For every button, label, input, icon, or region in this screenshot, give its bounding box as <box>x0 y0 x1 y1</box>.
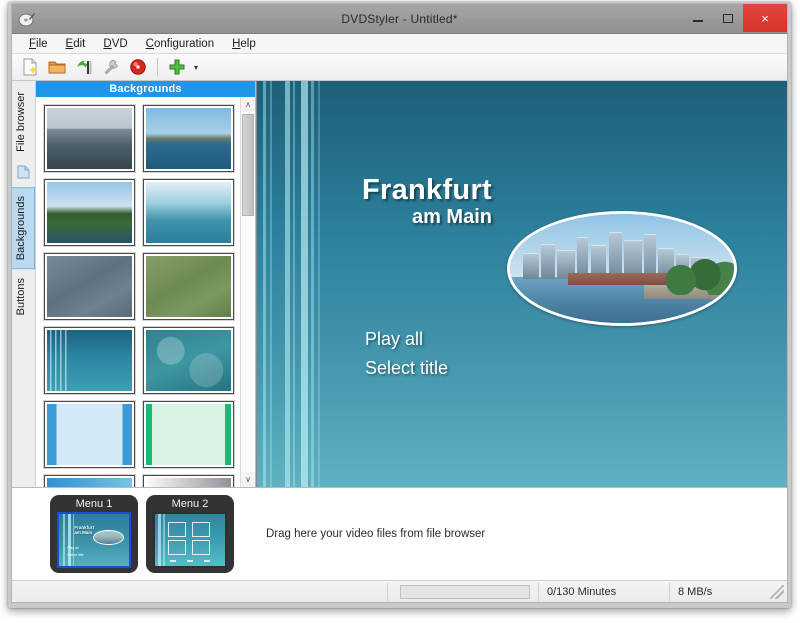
menu-file[interactable]: File <box>20 36 57 52</box>
menu-card-thumbnail[interactable]: Frankfurt am Main Play all Select title <box>57 512 131 568</box>
decor-stripe <box>270 81 272 487</box>
menu-dvd[interactable]: DVD <box>94 36 136 52</box>
menu-card-button-1: Play all <box>67 546 78 550</box>
sidebar-item-file-browser[interactable]: File browser <box>12 83 35 161</box>
menu-card-button-box <box>168 540 186 555</box>
menu-edit[interactable]: Edit <box>57 36 95 52</box>
backgrounds-thumbnail-grid <box>36 97 240 487</box>
menu-card-button-box <box>192 522 210 537</box>
toolbar-separator <box>157 58 158 76</box>
scrollbar-track[interactable] <box>241 112 255 472</box>
menu-preview-canvas[interactable]: Frankfurt am Main Play all Select title <box>256 81 787 487</box>
status-bar: 0/130 Minutes 8 MB/s <box>12 580 787 602</box>
menu-configuration[interactable]: Configuration <box>137 36 223 52</box>
menu-card-nav-arrow-icon <box>204 560 210 562</box>
add-dropdown-arrow-icon[interactable]: ▾ <box>190 63 202 72</box>
scroll-up-arrow-icon[interactable]: ∧ <box>241 97 255 112</box>
background-thumbnail[interactable] <box>44 179 135 246</box>
desktop-background: DVDStyler - Untitled* × File Edit DVD Co… <box>0 0 800 623</box>
settings-wrench-icon[interactable] <box>99 56 123 79</box>
background-thumbnail[interactable] <box>143 105 234 172</box>
menu-bar: File Edit DVD Configuration Help <box>12 34 787 54</box>
decor-stripe <box>318 81 320 487</box>
menu-card-subtitle-text: am Main <box>74 530 92 536</box>
backgrounds-panel: Backgrounds <box>36 81 256 487</box>
status-minutes: 0/130 Minutes <box>539 581 669 602</box>
background-thumbnail[interactable] <box>143 475 234 487</box>
photo-trees <box>658 258 734 295</box>
menu-title-line1: Frankfurt <box>362 176 492 205</box>
backgrounds-panel-header: Backgrounds <box>36 81 255 97</box>
encode-progress-bar <box>400 585 530 599</box>
minimize-button[interactable] <box>683 4 713 32</box>
menu-card-oval-photo <box>93 530 124 546</box>
backgrounds-scrollbar[interactable]: ∧ ∨ <box>240 97 255 487</box>
sidebar-item-backgrounds[interactable]: Backgrounds <box>12 187 35 269</box>
decor-stripe <box>311 81 314 487</box>
save-project-icon[interactable] <box>72 56 96 79</box>
scroll-down-arrow-icon[interactable]: ∨ <box>241 472 255 487</box>
decor-stripe <box>263 81 266 487</box>
maximize-button[interactable] <box>713 4 743 32</box>
dvd-disc-pen-icon <box>18 10 36 28</box>
menu-card-button-box <box>192 540 210 555</box>
status-speed: 8 MB/s <box>670 581 770 602</box>
open-folder-icon[interactable] <box>45 56 69 79</box>
close-button[interactable]: × <box>743 4 787 32</box>
menu-help[interactable]: Help <box>223 36 265 52</box>
background-thumbnail[interactable] <box>44 327 135 394</box>
background-thumbnail[interactable] <box>143 401 234 468</box>
background-thumbnail[interactable] <box>143 253 234 320</box>
menu-button-select-title[interactable]: Select title <box>365 358 448 379</box>
background-thumbnail[interactable] <box>44 401 135 468</box>
status-message <box>12 581 387 602</box>
toolbar: ▾ <box>12 54 787 81</box>
backgrounds-scroll-area: ∧ ∨ <box>36 97 255 487</box>
status-progress-cell <box>388 581 538 602</box>
burn-disc-icon[interactable] <box>126 56 150 79</box>
menu-card-nav-arrow-icon <box>170 560 176 562</box>
window-controls: × <box>683 4 787 33</box>
title-bar: DVDStyler - Untitled* × <box>12 4 787 34</box>
menu-button-play-all[interactable]: Play all <box>365 329 423 350</box>
main-body: File browser Backgrounds Buttons Backgro… <box>12 81 787 487</box>
menu-title-line2: am Main <box>362 205 492 230</box>
frankfurt-skyline-photo[interactable] <box>507 211 737 326</box>
dvdstyler-window: DVDStyler - Untitled* × File Edit DVD Co… <box>11 3 788 603</box>
resize-grip-icon[interactable] <box>770 585 784 599</box>
menu-card-button-2: Select title <box>67 553 83 557</box>
file-browser-icon <box>15 163 33 181</box>
menu-card-2[interactable]: Menu 2 <box>146 495 234 573</box>
sidebar-tabstrip: File browser Backgrounds Buttons <box>12 81 36 487</box>
background-thumbnail[interactable] <box>44 475 135 487</box>
add-plus-icon[interactable] <box>165 56 189 79</box>
drag-files-hint: Drag here your video files from file bro… <box>266 528 485 540</box>
window-title: DVDStyler - Untitled* <box>12 4 787 33</box>
menu-card-button-box <box>168 522 186 537</box>
menu-card-nav-arrow-icon <box>187 560 193 562</box>
new-project-icon[interactable] <box>18 56 42 79</box>
background-thumbnail[interactable] <box>143 179 234 246</box>
background-thumbnail[interactable] <box>44 253 135 320</box>
menus-strip: Menu 1 Frankfurt am Main Play all Select… <box>12 487 787 580</box>
menu-card-label: Menu 1 <box>76 497 113 512</box>
scrollbar-thumb[interactable] <box>242 114 254 216</box>
menu-card-thumbnail[interactable] <box>153 512 227 568</box>
menu-card-label: Menu 2 <box>172 497 209 512</box>
decor-stripe <box>301 81 308 487</box>
menu-card-1[interactable]: Menu 1 Frankfurt am Main Play all Select… <box>50 495 138 573</box>
background-thumbnail[interactable] <box>44 105 135 172</box>
decor-stripe <box>293 81 295 487</box>
background-thumbnail[interactable] <box>143 327 234 394</box>
menu-title[interactable]: Frankfurt am Main <box>362 176 492 230</box>
sidebar-item-buttons[interactable]: Buttons <box>12 269 35 324</box>
decor-stripe <box>285 81 290 487</box>
